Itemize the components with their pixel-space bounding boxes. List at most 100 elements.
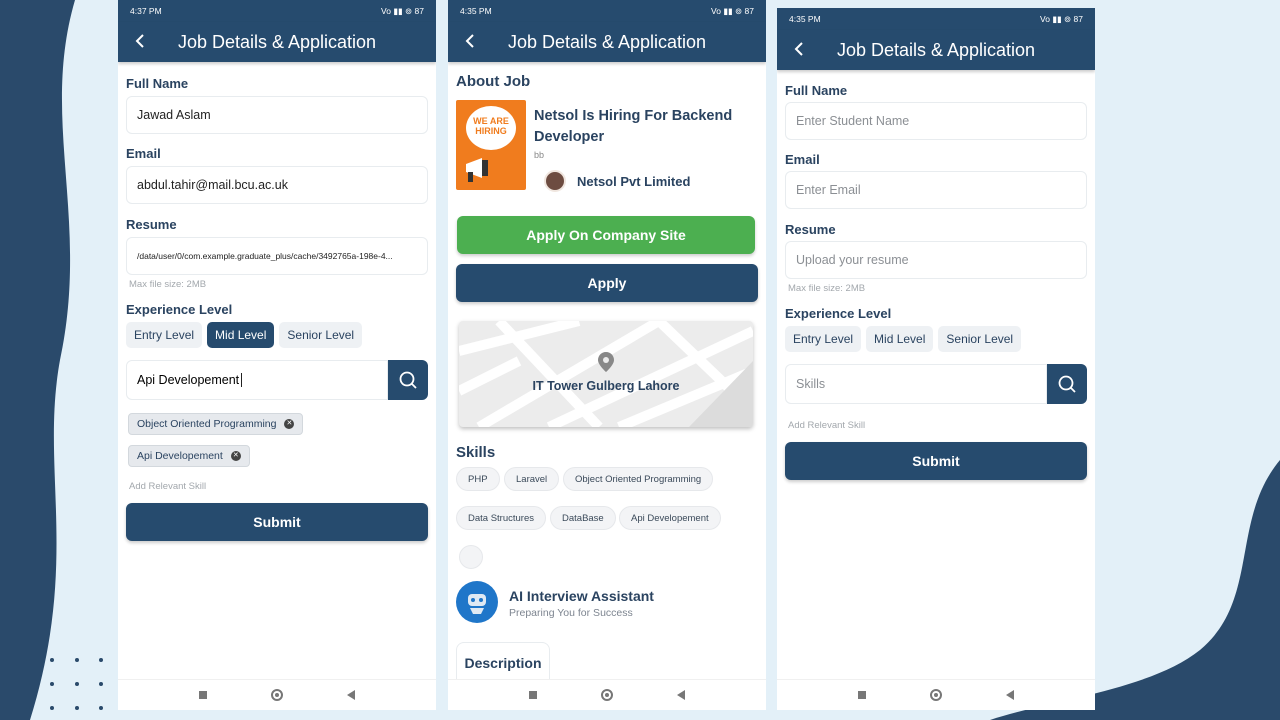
page-title: Job Details & Application	[177, 31, 377, 52]
tab-description[interactable]: Description	[456, 642, 550, 682]
email-field[interactable]: abdul.tahir@mail.bcu.ac.uk	[126, 166, 428, 204]
resume-label: Resume	[126, 217, 177, 232]
status-icons: Vo ▮▮ ⊚ 87	[711, 5, 754, 16]
back-arrow-icon[interactable]	[791, 39, 809, 59]
back-arrow-icon[interactable]	[132, 31, 150, 51]
chip-mid-level[interactable]: Mid Level	[866, 326, 934, 352]
chip-entry-level[interactable]: Entry Level	[126, 322, 203, 348]
skill-pill: Object Oriented Programming	[563, 467, 714, 491]
home-icon[interactable]	[271, 689, 283, 701]
resume-size-hint: Max file size: 2MB	[129, 279, 207, 290]
full-name-field[interactable]: Jawad Aslam	[126, 96, 428, 134]
chip-mid-level[interactable]: Mid Level	[207, 322, 275, 348]
phone-screen-filled-form: 4:37 PM Vo ▮▮ ⊚ 87 Job Details & Applica…	[118, 0, 436, 710]
about-job-heading: About Job	[456, 73, 531, 90]
phone-screen-job-details: 4:35 PM Vo ▮▮ ⊚ 87 Job Details & Applica…	[448, 0, 766, 710]
search-icon	[399, 371, 417, 389]
full-name-label: Full Name	[126, 76, 189, 91]
tab-description-label: Description	[464, 654, 542, 671]
skill-search-button[interactable]	[1047, 364, 1087, 404]
skill-input[interactable]: Api Developement	[126, 360, 388, 400]
status-bar: 4:37 PM Vo ▮▮ ⊚ 87	[118, 0, 436, 22]
location-name: IT Tower Gulberg Lahore	[532, 379, 680, 393]
skill-pill: Data Structures	[456, 506, 546, 530]
email-field[interactable]: Enter Email	[785, 171, 1087, 209]
back-arrow-icon[interactable]	[462, 31, 480, 51]
search-icon	[1058, 375, 1076, 393]
resume-size-hint: Max file size: 2MB	[788, 283, 866, 294]
experience-level-chips: Entry Level Mid Level Senior Level	[785, 326, 1022, 352]
back-icon[interactable]	[347, 690, 355, 700]
location-map[interactable]: IT Tower Gulberg Lahore	[459, 321, 753, 427]
megaphone-icon	[466, 158, 488, 182]
chip-entry-level[interactable]: Entry Level	[785, 326, 862, 352]
location-pin-icon	[598, 352, 614, 372]
status-bar: 4:35 PM Vo ▮▮ ⊚ 87	[448, 0, 766, 22]
skills-heading: Skills	[456, 444, 496, 461]
back-icon[interactable]	[1006, 690, 1014, 700]
status-time: 4:35 PM	[460, 6, 492, 16]
status-time: 4:37 PM	[130, 6, 162, 16]
home-icon[interactable]	[930, 689, 942, 701]
remove-tag-icon[interactable]: ✕	[230, 451, 241, 461]
logo-text: WE ARE HIRING	[473, 116, 509, 136]
chip-senior-level[interactable]: Senior Level	[938, 326, 1022, 352]
status-icons: Vo ▮▮ ⊚ 87	[1040, 13, 1083, 24]
full-name-field[interactable]: Enter Student Name	[785, 102, 1087, 140]
map-streets	[459, 321, 753, 427]
company-avatar	[544, 170, 566, 192]
email-label: Email	[126, 146, 161, 161]
home-icon[interactable]	[601, 689, 613, 701]
back-icon[interactable]	[677, 690, 685, 700]
phone-screen-empty-form: 4:35 PM Vo ▮▮ ⊚ 87 Job Details & Applica…	[777, 8, 1095, 710]
full-name-label: Full Name	[785, 83, 848, 98]
experience-level-chips: Entry Level Mid Level Senior Level	[126, 322, 363, 348]
resume-field[interactable]: /data/user/0/com.example.graduate_plus/c…	[126, 237, 428, 275]
skill-pill: Laravel	[504, 467, 560, 491]
resume-label: Resume	[785, 222, 836, 237]
submit-button[interactable]: Submit	[785, 442, 1087, 480]
recents-icon[interactable]	[199, 691, 207, 699]
page-title: Job Details & Application	[836, 39, 1036, 60]
skill-search-button[interactable]	[388, 360, 428, 400]
submit-button[interactable]: Submit	[126, 503, 428, 541]
chip-senior-level[interactable]: Senior Level	[279, 322, 363, 348]
recents-icon[interactable]	[858, 691, 866, 699]
experience-level-label: Experience Level	[785, 306, 892, 321]
ai-assistant-card[interactable]: AI Interview Assistant Preparing You for…	[456, 581, 756, 625]
robot-avatar	[456, 581, 498, 623]
email-label: Email	[785, 152, 820, 167]
app-bar: Job Details & Application	[448, 22, 766, 62]
assistant-subtitle: Preparing You for Success	[509, 607, 633, 619]
app-bar: Job Details & Application	[777, 30, 1095, 70]
job-subtitle: bb	[534, 150, 545, 160]
add-skill-hint: Add Relevant Skill	[129, 481, 207, 492]
recents-icon[interactable]	[529, 691, 537, 699]
skill-search-row: Api Developement	[126, 360, 428, 400]
skill-tag-label: Api Developement	[137, 450, 223, 462]
skills-input[interactable]: Skills	[785, 364, 1047, 404]
skill-pill: DataBase	[550, 506, 616, 530]
apply-button[interactable]: Apply	[456, 264, 758, 302]
skill-pill: PHP	[456, 467, 500, 491]
skill-search-row: Skills	[785, 364, 1087, 404]
skill-pill: Api Developement	[619, 506, 721, 530]
page-title: Job Details & Application	[507, 31, 707, 52]
remove-tag-icon[interactable]: ✕	[284, 419, 295, 429]
status-bar: 4:35 PM Vo ▮▮ ⊚ 87	[777, 8, 1095, 30]
status-time: 4:35 PM	[789, 14, 821, 24]
skill-tag: Api Developement ✕	[128, 445, 250, 467]
system-nav-bar	[777, 679, 1095, 710]
status-icons: Vo ▮▮ ⊚ 87	[381, 5, 424, 16]
app-bar: Job Details & Application	[118, 22, 436, 62]
experience-level-label: Experience Level	[126, 302, 233, 317]
skill-input-value: Api Developement	[137, 373, 240, 387]
robot-icon	[468, 594, 486, 614]
company-name: Netsol Pvt Limited	[577, 174, 691, 189]
resume-field[interactable]: Upload your resume	[785, 241, 1087, 279]
add-skill-hint: Add Relevant Skill	[788, 420, 866, 431]
apply-company-site-button[interactable]: Apply On Company Site	[457, 216, 755, 254]
company-logo: WE ARE HIRING	[456, 100, 526, 190]
assistant-title: AI Interview Assistant	[509, 588, 654, 604]
system-nav-bar	[118, 679, 436, 710]
